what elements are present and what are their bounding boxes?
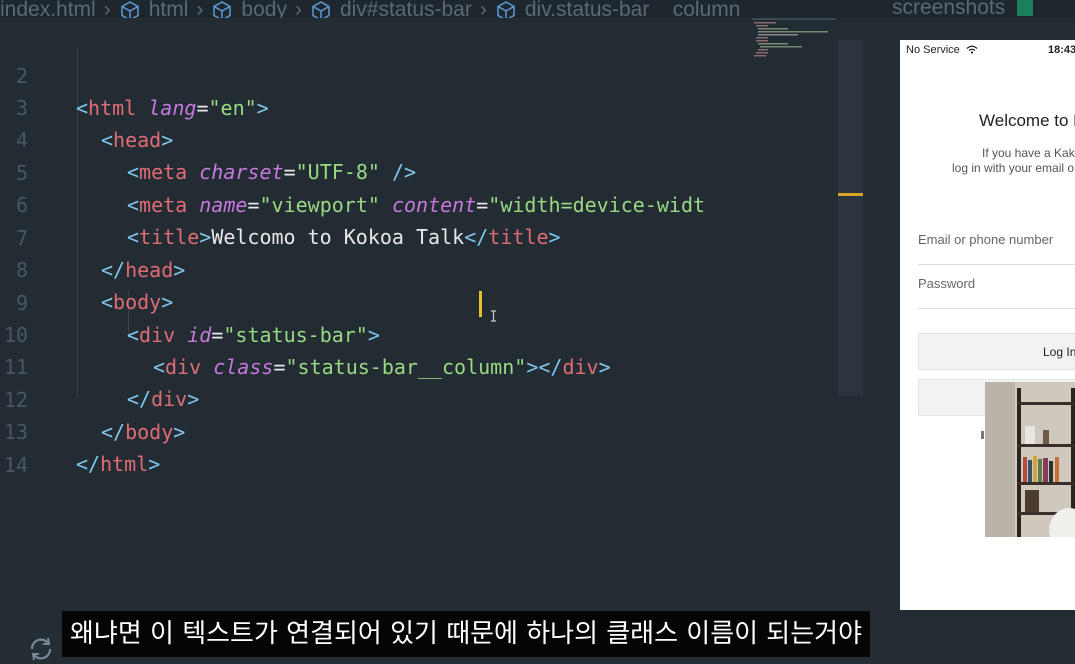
login-button[interactable]: Log In	[918, 333, 1075, 370]
chevron-right-icon: ›	[294, 0, 302, 18]
cube-icon	[312, 1, 330, 18]
code-line: 13 </html>	[0, 384, 840, 476]
breadcrumb-item-body[interactable]: body	[241, 0, 287, 18]
scrollbar-cursor-marker	[838, 193, 863, 196]
code-line: 5 <meta name="viewport" content="width=d…	[0, 125, 840, 217]
welcome-subtitle-line1: If you have a Kak	[982, 146, 1075, 160]
panel-divider	[866, 18, 900, 610]
cube-icon	[213, 1, 232, 18]
text-cursor	[479, 291, 482, 317]
code-editor[interactable]: 2 <html lang="en"> 3 <head> 4 <meta char…	[0, 28, 866, 608]
code-line: 3 <head>	[0, 60, 840, 152]
code-line: 11 </div>	[0, 319, 840, 411]
carrier-label: No Service	[906, 44, 960, 56]
password-placeholder: Password	[918, 276, 976, 291]
code-line: 12 </body>	[0, 352, 840, 444]
code-line: 4 <meta charset="UTF-8" />	[0, 92, 840, 184]
code-line: 2 <html lang="en">	[0, 28, 840, 120]
code-line: 8 <body>	[0, 222, 840, 314]
code-line: 9 <div id="status-bar">	[0, 255, 840, 347]
image-file-icon	[1017, 0, 1034, 16]
cube-icon	[497, 1, 515, 18]
status-time: 18:43	[1048, 44, 1075, 56]
vertical-scrollbar[interactable]	[838, 40, 863, 396]
sync-icon[interactable]	[28, 637, 54, 661]
cube-icon	[120, 1, 139, 18]
breadcrumb-item-status-bar[interactable]: div#status-bar	[340, 0, 472, 18]
minimap[interactable]	[752, 18, 836, 64]
panel-title[interactable]: screenshots	[892, 0, 1005, 18]
email-field[interactable]: Email or phone number	[918, 232, 1075, 265]
preview-panel-header: screenshots	[866, 0, 1075, 18]
welcome-title: Welcome to K	[979, 111, 1075, 130]
welcome-subtitle-line2: log in with your email o	[952, 161, 1075, 175]
breadcrumb-item-column[interactable]: div.status-bar__column	[525, 0, 741, 18]
webcam-overlay	[985, 382, 1075, 537]
password-field[interactable]: Password	[918, 276, 1075, 309]
email-placeholder: Email or phone number	[918, 232, 1054, 247]
chevron-right-icon: ›	[103, 0, 111, 18]
wifi-icon	[966, 45, 978, 54]
video-subtitle: 왜냐면 이 텍스트가 연결되어 있기 때문에 하나의 클래스 이름이 되는거야	[62, 611, 870, 657]
small-text-fragment	[981, 431, 984, 439]
code-line: 7 </head>	[0, 190, 840, 282]
breadcrumb-item-file[interactable]: index.html	[0, 0, 96, 18]
code-line-active: 10 <div class="status-bar__column"></div…	[0, 287, 840, 379]
breadcrumb-item-html[interactable]: html	[149, 0, 189, 18]
chevron-right-icon: ›	[479, 0, 487, 18]
breadcrumb: index.html › html › body › div#status-bar › div.…	[0, 0, 866, 18]
code-line: 14	[0, 417, 840, 477]
code-line: 6 <title>Welcomo to Kokoa Talk</title>	[0, 157, 840, 249]
line-number: 14	[3, 453, 28, 477]
login-button-label: Log In	[1043, 345, 1075, 359]
chevron-right-icon: ›	[196, 0, 204, 18]
